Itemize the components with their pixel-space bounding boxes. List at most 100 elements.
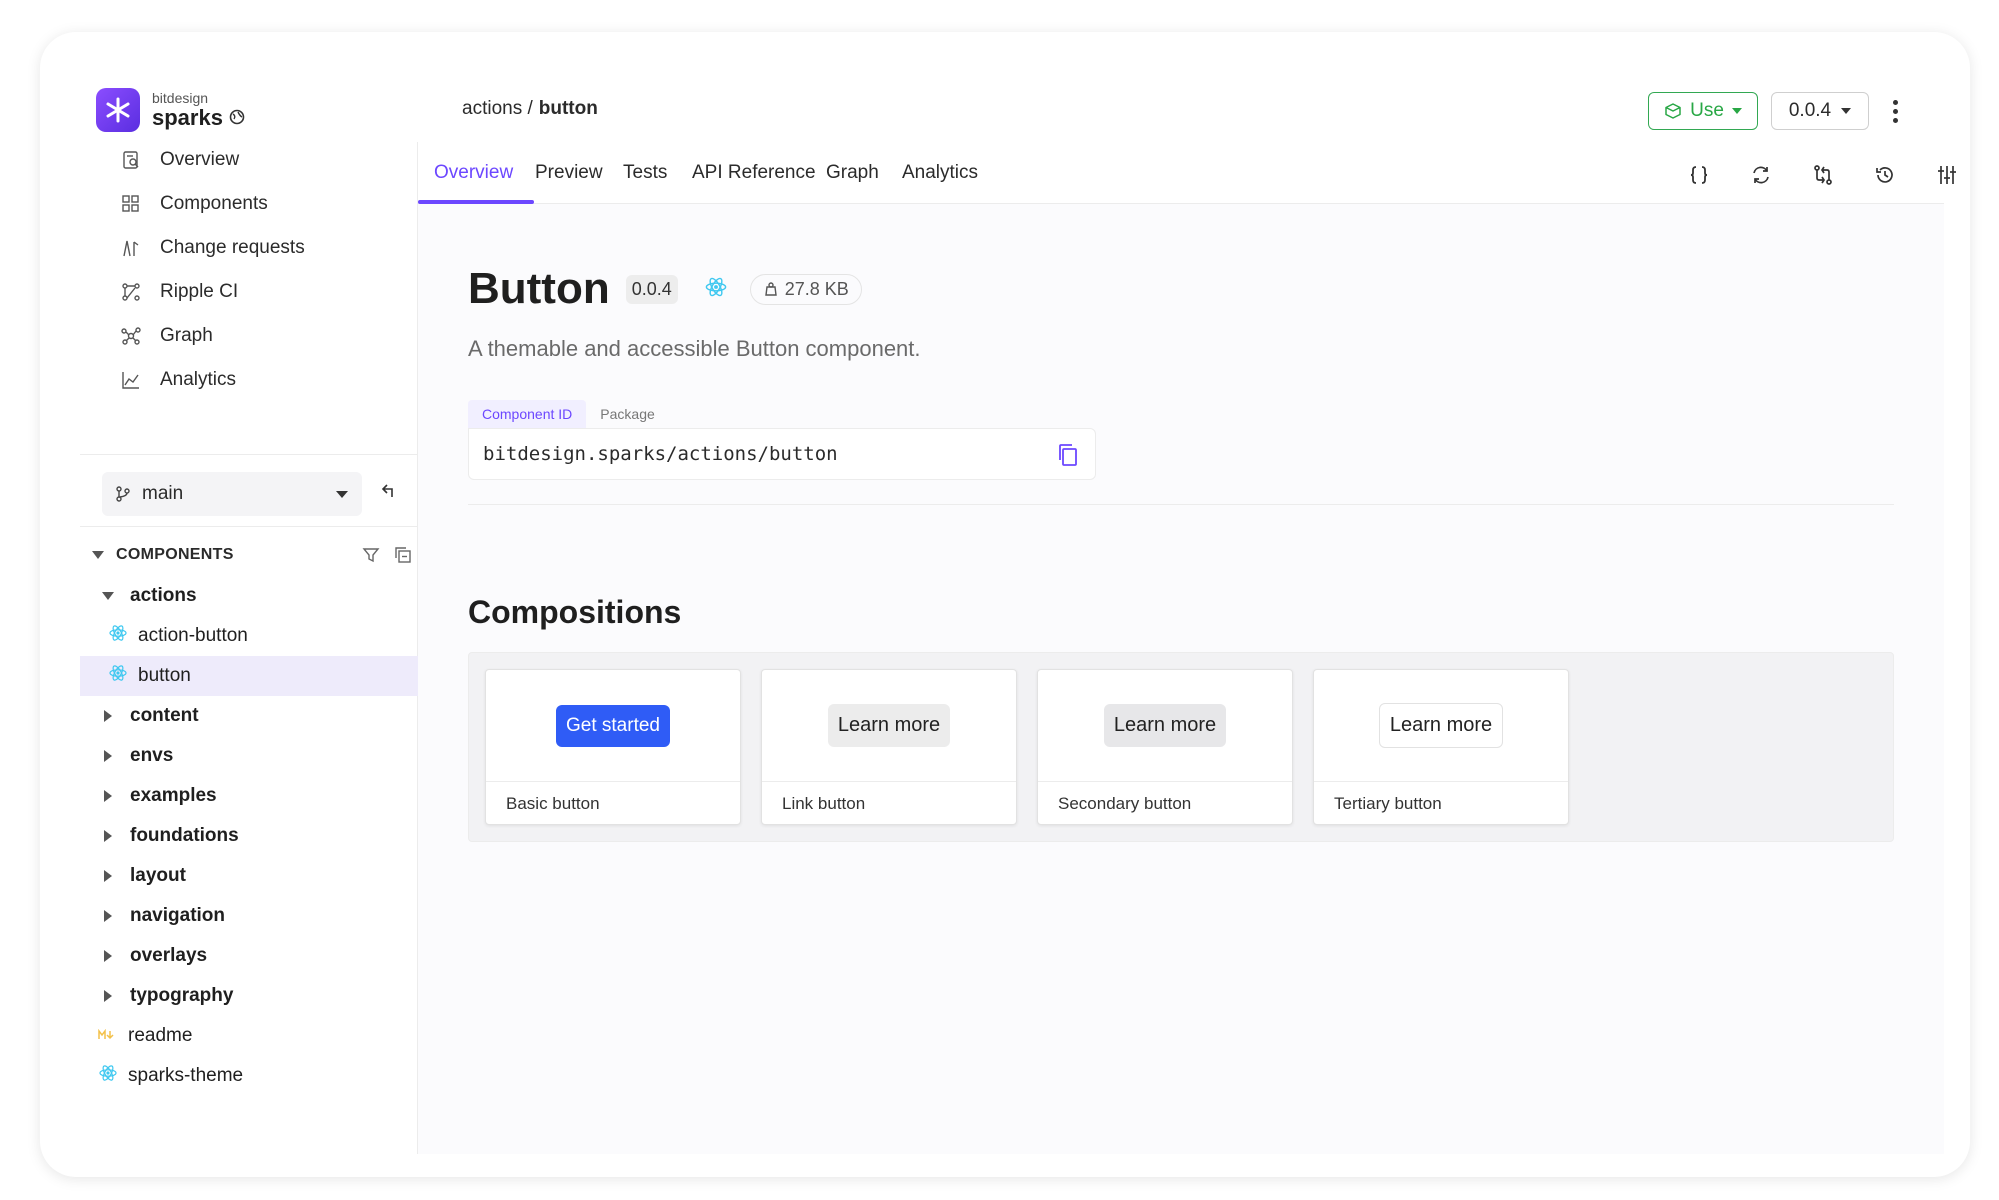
component-id-field[interactable]: bitdesign.sparks/actions/button	[468, 428, 1096, 480]
refresh-icon[interactable]	[1748, 162, 1774, 188]
divider	[80, 526, 418, 527]
react-icon	[108, 663, 128, 689]
tree-label: envs	[130, 745, 174, 766]
history-icon[interactable]	[1872, 162, 1898, 188]
tab-label: Graph	[826, 162, 879, 183]
sidebar-item-overview[interactable]: Overview	[120, 142, 239, 178]
sidebar-item-label: Components	[160, 193, 268, 214]
filter-icon[interactable]	[362, 546, 380, 564]
tree-item-button[interactable]: button	[80, 656, 418, 696]
chevron-down-icon	[1841, 108, 1852, 114]
tab-label: Overview	[434, 162, 514, 183]
window-frame: bitdesign sparks actions / button Use 0.…	[40, 32, 1970, 1177]
composition-card-secondary[interactable]: Learn more Secondary button	[1037, 669, 1293, 825]
brand-logo[interactable]: bitdesign sparks	[96, 88, 245, 132]
tree-item-sparks-theme[interactable]: sparks-theme	[80, 1056, 418, 1096]
branch-name: main	[142, 483, 184, 504]
component-header: Button 0.0.4 27.8 KB	[468, 264, 862, 314]
sidebar-item-graph[interactable]: Graph	[120, 318, 213, 354]
sidebar-item-components[interactable]: Components	[120, 186, 268, 222]
tree-label: sparks-theme	[128, 1065, 244, 1086]
version-dropdown[interactable]: 0.0.4	[1771, 92, 1869, 130]
collapse-all-icon[interactable]	[394, 546, 412, 564]
tab-analytics[interactable]: Analytics	[902, 142, 978, 204]
use-button-label: Use	[1690, 100, 1724, 121]
tab-preview[interactable]: Preview	[535, 142, 603, 204]
tree-folder-examples[interactable]: examples	[80, 776, 418, 816]
bundle-size-label: 27.8 KB	[784, 278, 849, 299]
code-braces-icon[interactable]	[1686, 162, 1712, 188]
composition-card-basic[interactable]: Get started Basic button	[485, 669, 741, 825]
composition-preview: Learn more	[1314, 670, 1568, 782]
branch-selector[interactable]: main	[102, 472, 362, 516]
component-title: Button	[468, 264, 610, 313]
tab-component-id[interactable]: Component ID	[468, 400, 587, 428]
breadcrumb-path[interactable]: actions /	[462, 98, 533, 120]
overview-icon	[120, 149, 142, 171]
chevron-right-icon	[100, 950, 116, 962]
composition-card-link[interactable]: Learn more Link button	[761, 669, 1017, 825]
preview-button-primary[interactable]: Get started	[556, 704, 670, 747]
more-options-icon[interactable]	[1884, 94, 1906, 128]
tree-label: typography	[130, 985, 234, 1006]
tree-label: layout	[130, 865, 186, 886]
sidebar-item-ripple-ci[interactable]: Ripple CI	[120, 274, 238, 310]
chevron-right-icon	[100, 830, 116, 842]
sidebar: Overview Components Change requests Ripp…	[80, 142, 418, 1154]
tab-label: API Reference	[692, 162, 816, 183]
sidebar-item-label: Analytics	[160, 369, 237, 390]
react-icon	[108, 623, 128, 649]
tab-graph[interactable]: Graph	[826, 142, 879, 204]
tree-folder-overlays[interactable]: overlays	[80, 936, 418, 976]
tree-label: examples	[130, 785, 217, 806]
copy-icon[interactable]	[1057, 443, 1079, 472]
weight-icon	[764, 282, 777, 296]
composition-card-tertiary[interactable]: Learn more Tertiary button	[1313, 669, 1569, 825]
sidebar-item-label: Ripple CI	[160, 281, 239, 302]
composition-preview: Learn more	[762, 670, 1016, 782]
preview-button-tertiary[interactable]: Learn more	[1378, 703, 1504, 748]
settings-sliders-icon[interactable]	[1934, 162, 1960, 188]
tree-item-readme[interactable]: readme	[80, 1016, 418, 1056]
sidebar-item-change-requests[interactable]: Change requests	[120, 230, 305, 266]
chevron-right-icon	[100, 750, 116, 762]
chevron-right-icon	[100, 870, 116, 882]
tree-folder-content[interactable]: content	[80, 696, 418, 736]
undo-icon[interactable]	[380, 482, 398, 505]
sidebar-item-analytics[interactable]: Analytics	[120, 362, 236, 398]
divider	[80, 454, 418, 455]
breadcrumb: actions / button	[462, 98, 598, 120]
breadcrumb-current: button	[538, 98, 598, 119]
preview-button-secondary[interactable]: Learn more	[1103, 704, 1227, 747]
main-content: Button 0.0.4 27.8 KB A themable and acce…	[418, 204, 1944, 1154]
tree-folder-navigation[interactable]: navigation	[80, 896, 418, 936]
id-tabs: Component ID Package	[468, 400, 669, 428]
tab-api-reference[interactable]: API Reference	[692, 142, 816, 204]
chevron-right-icon	[100, 990, 116, 1002]
tree-folder-layout[interactable]: layout	[80, 856, 418, 896]
tree-folder-actions[interactable]: actions	[80, 576, 418, 616]
react-icon	[98, 1063, 118, 1089]
tree-folder-envs[interactable]: envs	[80, 736, 418, 776]
compositions-title: Compositions	[468, 594, 682, 630]
tab-tests[interactable]: Tests	[623, 142, 667, 204]
tree-item-action-button[interactable]: action-button	[80, 616, 418, 656]
tab-overview[interactable]: Overview	[434, 142, 513, 204]
bundle-size-badge: 27.8 KB	[749, 273, 862, 305]
compare-icon[interactable]	[1810, 162, 1836, 188]
tab-package[interactable]: Package	[586, 400, 668, 428]
use-button[interactable]: Use	[1648, 92, 1758, 130]
composition-preview: Learn more	[1038, 670, 1292, 782]
tree-label: overlays	[130, 945, 208, 966]
sidebar-item-label: Change requests	[160, 237, 305, 258]
tab-bar: Overview Preview Tests API Reference Gra…	[418, 142, 1956, 204]
tab-label: Preview	[535, 162, 603, 183]
tree-label: button	[138, 665, 191, 686]
tree-folder-typography[interactable]: typography	[80, 976, 418, 1016]
preview-button-link[interactable]: Learn more	[827, 704, 951, 747]
tree-folder-foundations[interactable]: foundations	[80, 816, 418, 856]
git-branch-icon	[116, 486, 130, 502]
graph-icon	[120, 325, 142, 347]
chevron-down-icon	[100, 592, 116, 600]
components-section-header[interactable]: COMPONENTS	[92, 540, 412, 570]
